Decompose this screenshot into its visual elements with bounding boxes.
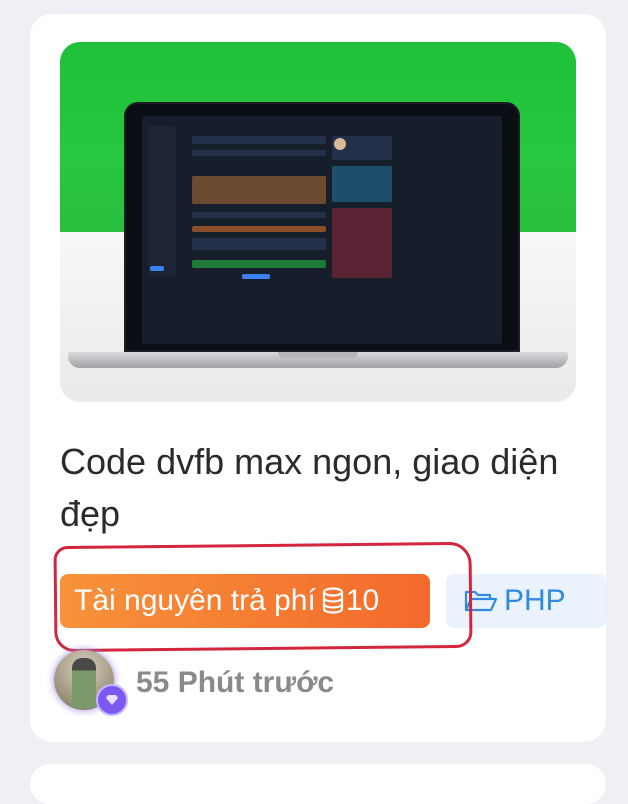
resource-card[interactable]: Code dvfb max ngon, giao diện đẹp Tài ng… — [30, 14, 606, 742]
post-time: 55 Phút trước — [136, 666, 335, 699]
annotation-circle — [53, 541, 473, 653]
screenshot-preview — [142, 116, 502, 344]
diamond-icon — [96, 684, 128, 716]
laptop-screen — [124, 102, 520, 352]
next-resource-card[interactable] — [30, 764, 606, 804]
category-label: PHP — [504, 584, 566, 617]
thumbnail-image[interactable] — [60, 42, 576, 402]
post-title[interactable]: Code dvfb max ngon, giao diện đẹp — [60, 436, 580, 540]
